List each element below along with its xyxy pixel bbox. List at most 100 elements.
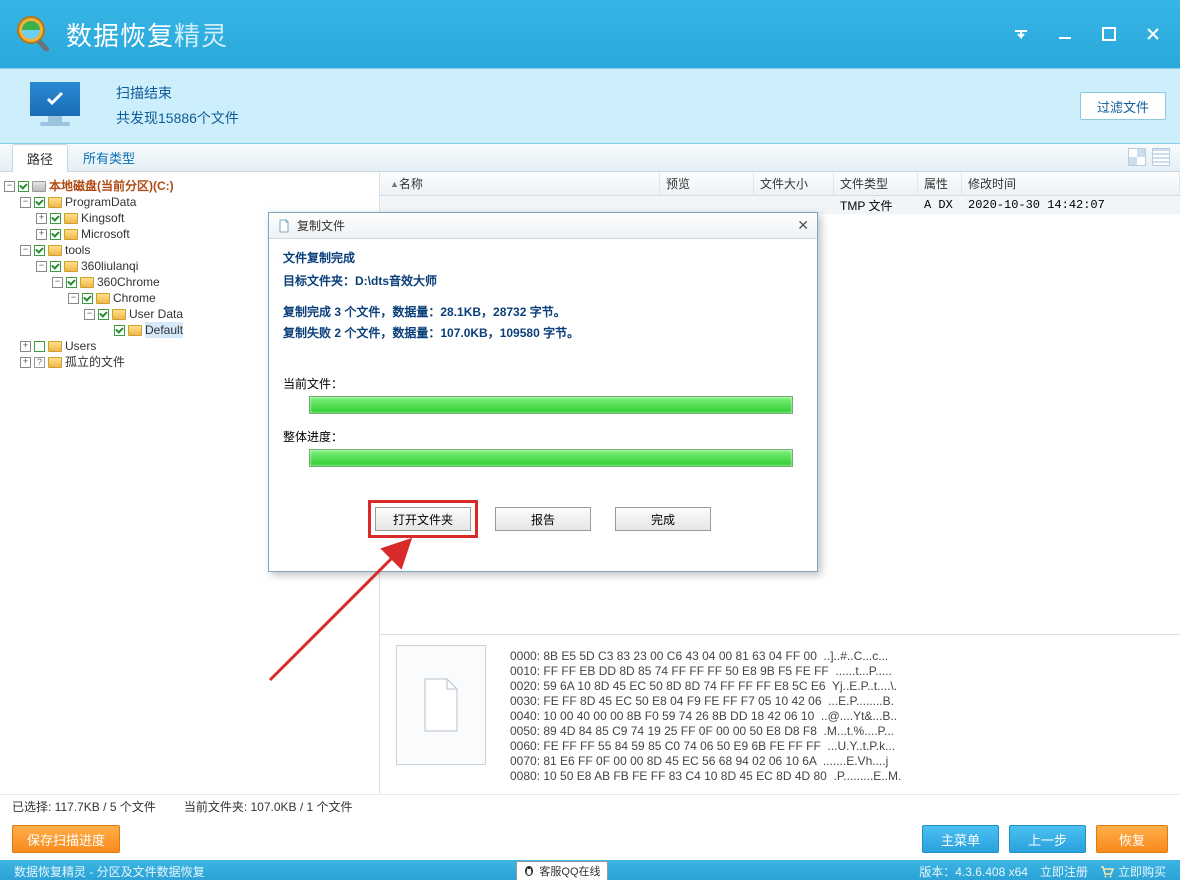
folder-icon [64,229,78,240]
collapse-icon[interactable]: − [4,181,15,192]
app-title: 数据恢复精灵 [66,16,228,53]
current-folder-status: 当前文件夹: 107.0KB / 1 个文件 [184,798,353,815]
cart-icon [1100,866,1114,878]
scan-summary: 扫描结束 共发现15886个文件 过滤文件 [0,68,1180,144]
folder-icon [48,245,62,256]
document-icon [277,219,291,233]
open-folder-button[interactable]: 打开文件夹 [375,507,471,531]
overall-progress-label: 整体进度： [283,428,803,445]
dialog-titlebar[interactable]: 复制文件 ✕ [269,213,817,239]
finish-button[interactable]: 完成 [615,507,711,531]
tree-item[interactable]: tools [65,242,90,258]
col-type[interactable]: 文件类型 [834,172,918,195]
tree-root[interactable]: 本地磁盘(当前分区)(C:) [49,178,174,194]
dialog-close-icon[interactable]: ✕ [797,217,809,234]
tree-item[interactable]: 360Chrome [97,274,160,290]
collapse-icon[interactable]: − [20,197,31,208]
tabs-row: 路径 所有类型 [0,144,1180,172]
checkbox[interactable] [34,197,45,208]
current-file-label: 当前文件： [283,375,803,392]
folder-icon [96,293,110,304]
disk-icon [32,181,46,192]
cell-type: TMP 文件 [834,197,918,214]
collapse-icon[interactable]: − [20,245,31,256]
tree-item[interactable]: Chrome [113,290,156,306]
collapse-icon[interactable]: − [84,309,95,320]
folder-icon [112,309,126,320]
target-folder-label: 目标文件夹：D:\dts音效大师 [283,272,803,289]
col-size[interactable]: 文件大小 [754,172,834,195]
checkbox[interactable] [50,229,61,240]
footer-title: 数据恢复精灵 - 分区及文件数据恢复 [14,863,205,880]
recover-button[interactable]: 恢复 [1096,825,1168,853]
folder-icon [48,197,62,208]
main-menu-button[interactable]: 主菜单 [922,825,999,853]
col-preview[interactable]: 预览 [660,172,754,195]
report-button[interactable]: 报告 [495,507,591,531]
expand-icon[interactable]: + [36,229,47,240]
view-list-icon[interactable] [1152,148,1170,166]
monitor-icon [30,82,90,130]
close-icon[interactable] [1142,23,1164,45]
qq-support-button[interactable]: 客服QQ在线 [516,861,607,880]
tree-item[interactable]: 360liulanqi [81,258,138,274]
tree-item[interactable]: ProgramData [65,194,136,210]
checkbox[interactable] [50,213,61,224]
copy-done-label: 文件复制完成 [283,249,803,266]
scan-status: 扫描结束 [116,81,239,106]
folder-icon [128,325,142,336]
cell-attr: A DX [918,198,962,212]
collapse-icon[interactable]: − [68,293,79,304]
folder-icon [48,341,62,352]
penguin-icon [523,865,535,877]
checkbox[interactable] [50,261,61,272]
folder-icon [48,357,62,368]
magnifier-icon [14,13,56,55]
tree-item-selected[interactable]: Default [145,322,183,338]
dropdown-icon[interactable] [1010,23,1032,45]
checkbox[interactable] [66,277,77,288]
minimize-icon[interactable] [1054,23,1076,45]
scan-count: 共发现15886个文件 [116,106,239,131]
expand-icon[interactable]: + [36,213,47,224]
tree-item[interactable]: 孤立的文件 [65,354,125,370]
maximize-icon[interactable] [1098,23,1120,45]
tab-all-types[interactable]: 所有类型 [68,143,150,171]
preview-pane: 0000: 8B E5 5D C3 83 23 00 C6 43 04 00 8… [380,634,1180,794]
collapse-icon[interactable]: − [52,277,63,288]
checkbox[interactable] [34,245,45,256]
tree-item[interactable]: Users [65,338,96,354]
expand-icon[interactable]: + [20,357,31,368]
status-bar: 已选择: 117.7KB / 5 个文件 当前文件夹: 107.0KB / 1 … [0,794,1180,818]
col-name[interactable]: ▲名称 [380,172,660,195]
checkbox[interactable] [82,293,93,304]
version-label: 版本：4.3.6.408 x64 [919,863,1028,880]
folder-icon [80,277,94,288]
copy-success-label: 复制完成 3 个文件，数据量：28.1KB，28732 字节。 [283,303,803,320]
file-list-header: ▲名称 预览 文件大小 文件类型 属性 修改时间 [380,172,1180,196]
col-mtime[interactable]: 修改时间 [962,172,1180,195]
tree-item[interactable]: Microsoft [81,226,130,242]
expand-icon[interactable]: + [20,341,31,352]
tab-path[interactable]: 路径 [12,144,68,172]
checkbox[interactable] [34,341,45,352]
overall-progress [309,449,793,467]
col-attr[interactable]: 属性 [918,172,962,195]
folder-icon [64,213,78,224]
tree-item[interactable]: User Data [129,306,183,322]
cell-mtime: 2020-10-30 14:42:07 [962,198,1180,212]
filter-files-button[interactable]: 过滤文件 [1080,92,1166,120]
checkbox[interactable] [114,325,125,336]
checkbox[interactable] [18,181,29,192]
title-bar: 数据恢复精灵 [0,0,1180,68]
checkbox-unknown[interactable] [34,357,45,368]
checkbox[interactable] [98,309,109,320]
register-link[interactable]: 立即注册 [1040,863,1088,880]
save-progress-button[interactable]: 保存扫描进度 [12,825,120,853]
collapse-icon[interactable]: − [36,261,47,272]
tree-item[interactable]: Kingsoft [81,210,124,226]
prev-step-button[interactable]: 上一步 [1009,825,1086,853]
selected-status: 已选择: 117.7KB / 5 个文件 [12,798,156,815]
view-grid-icon[interactable] [1128,148,1146,166]
buy-link[interactable]: 立即购买 [1100,863,1166,880]
